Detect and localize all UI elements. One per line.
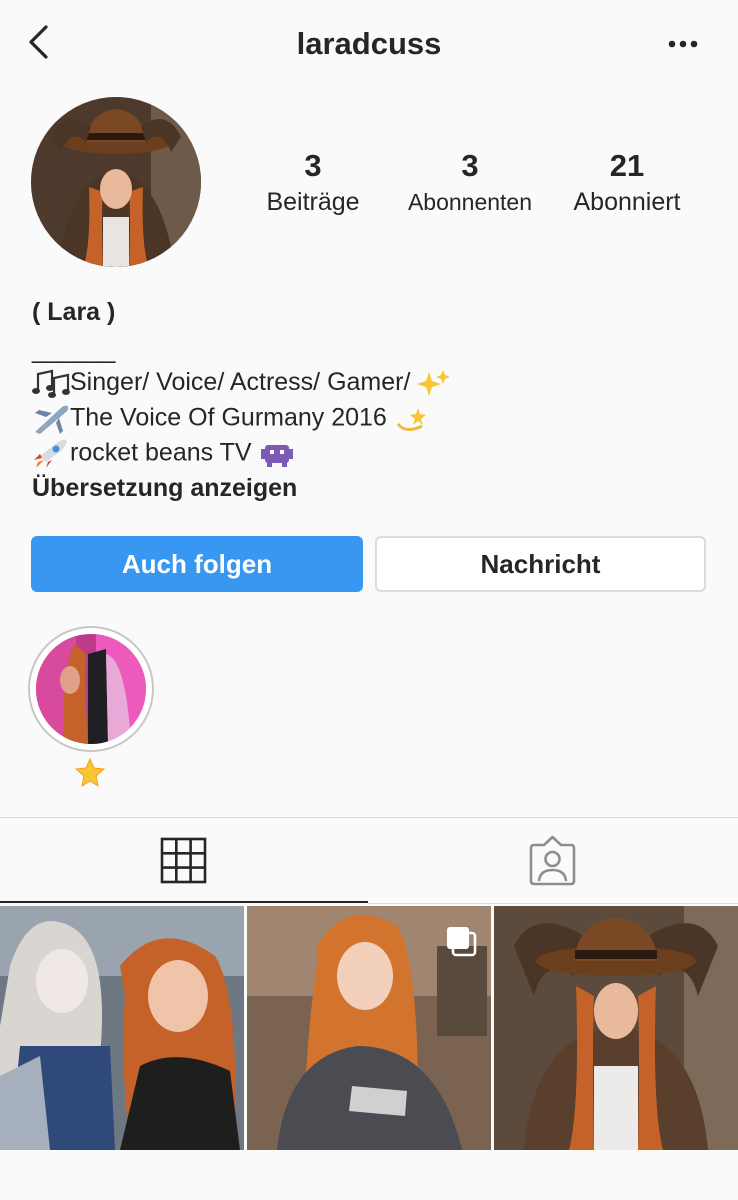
stat-posts[interactable]: 3 Beiträge <box>228 148 398 220</box>
profile-full-name: ( Lara ) <box>32 298 116 326</box>
tab-posts-grid[interactable] <box>0 818 368 904</box>
see-translation-link[interactable]: Übersetzung anzeigen <box>32 474 297 503</box>
bio-text: Singer/ Voice/ Actress/ Gamer/ <box>70 368 411 396</box>
post-thumbnail[interactable] <box>494 906 738 1150</box>
sparkles-icon <box>417 370 451 397</box>
bio-text: rocket beans TV <box>70 438 252 467</box>
active-tab-indicator <box>0 901 368 903</box>
message-button[interactable]: Nachricht <box>375 536 706 592</box>
stat-followers[interactable]: 3 Abonnenten <box>385 148 555 220</box>
alien-monster-icon <box>260 445 293 467</box>
glowing-star-icon <box>74 757 106 788</box>
bio-line: Singer/ Voice/ Actress/ Gamer/ <box>32 368 451 399</box>
profile-avatar[interactable] <box>31 97 201 267</box>
bio-divider-line: ______ <box>32 336 116 364</box>
post-thumbnail[interactable] <box>0 906 244 1150</box>
tab-tagged[interactable] <box>368 818 738 904</box>
post-photo <box>0 906 244 1150</box>
following-count: 21 <box>609 148 645 183</box>
post-thumbnail[interactable] <box>247 906 491 1150</box>
follow-back-button[interactable]: Auch folgen <box>31 536 363 592</box>
followers-label: Abonnenten <box>407 189 533 215</box>
avatar-photo <box>31 97 201 267</box>
stat-following[interactable]: 21 Abonniert <box>542 148 712 220</box>
tabs-divider <box>368 903 738 904</box>
dizzy-star-icon <box>396 408 426 431</box>
profile-username-title: laradcuss <box>296 26 442 61</box>
more-options-icon[interactable] <box>664 30 704 58</box>
post-photo <box>494 906 738 1150</box>
highlight-photo <box>36 634 146 744</box>
following-label: Abonniert <box>573 188 681 216</box>
bio-line: The Voice Of Gurmany 2016 <box>32 403 428 435</box>
followers-count: 3 <box>461 148 479 183</box>
tagged-person-icon <box>529 835 576 886</box>
posts-label: Beiträge <box>266 188 360 216</box>
bio-line: rocket beans TV <box>32 438 295 470</box>
airplane-icon <box>35 405 69 434</box>
bio-text: The Voice Of Gurmany 2016 <box>70 403 387 432</box>
musical-notes-icon <box>32 370 70 399</box>
rocket-icon <box>34 439 67 468</box>
grid-icon <box>160 837 207 884</box>
story-highlight-cover[interactable] <box>36 634 146 744</box>
carousel-icon <box>447 927 477 957</box>
posts-count: 3 <box>304 148 322 183</box>
